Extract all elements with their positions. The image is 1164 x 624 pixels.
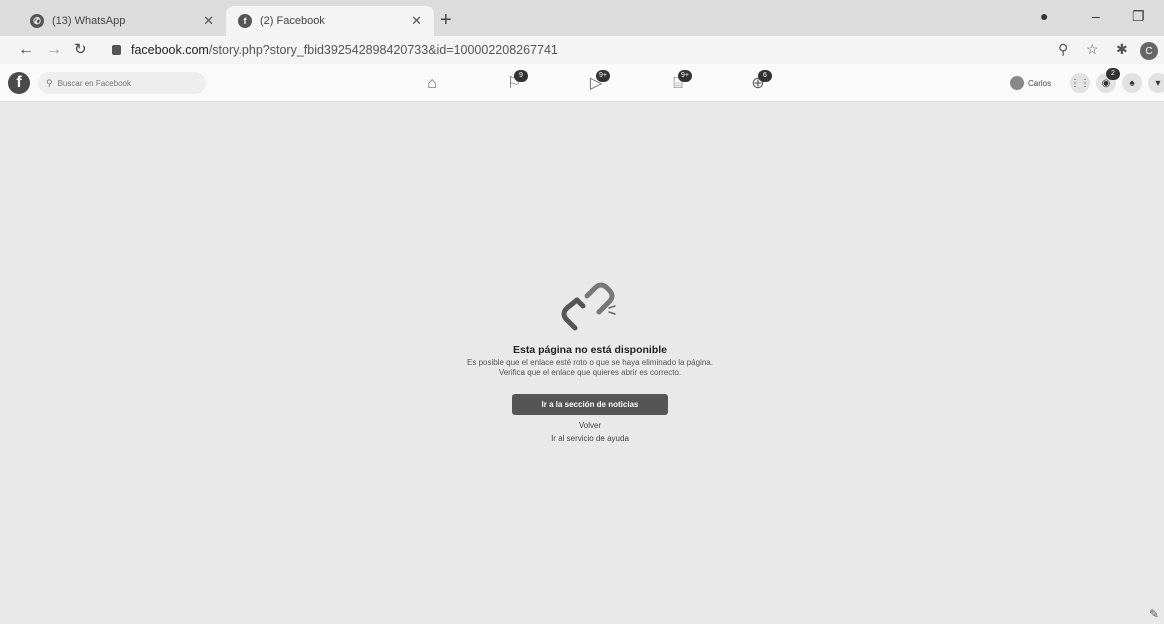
account-menu-chevron-icon[interactable]: ▾: [1148, 73, 1164, 93]
back-button[interactable]: ←: [18, 40, 34, 60]
search-input[interactable]: ⚲ Buscar en Facebook: [38, 72, 206, 94]
facebook-logo-icon[interactable]: f: [8, 72, 30, 94]
close-icon[interactable]: ✕: [203, 13, 214, 29]
back-link[interactable]: Volver: [440, 421, 740, 430]
tab-facebook[interactable]: f (2) Facebook ✕: [226, 6, 434, 36]
help-center-link[interactable]: Ir al servicio de ayuda: [440, 434, 740, 443]
notification-badge: 9+: [596, 70, 610, 82]
error-message: Es posible que el enlace esté roto o que…: [467, 358, 713, 377]
video-icon[interactable]: ▷ 9+: [584, 70, 610, 94]
error-title: Esta página no está disponible: [512, 344, 668, 356]
go-to-news-feed-button[interactable]: Ir a la sección de noticias: [512, 394, 668, 415]
messenger-button[interactable]: ◉ 2: [1096, 68, 1120, 93]
facebook-icon: f: [238, 14, 252, 28]
groups-icon[interactable]: ⊕ 6: [746, 70, 772, 94]
profile-dot-icon[interactable]: ●: [1040, 8, 1048, 24]
marketplace-icon[interactable]: ⌸ 9+: [666, 70, 692, 94]
maximize-button[interactable]: ❐: [1132, 8, 1145, 25]
notification-badge: 6: [758, 70, 772, 82]
star-icon[interactable]: ☆: [1086, 41, 1099, 58]
minimize-button[interactable]: –: [1092, 8, 1100, 24]
forward-button[interactable]: →: [46, 40, 62, 60]
tab-title: (2) Facebook: [260, 15, 325, 27]
whatsapp-icon: ✆: [30, 14, 44, 28]
browser-toolbar: ← → ↻ facebook.com/story.php?story_fbid3…: [0, 36, 1164, 64]
search-icon: ⚲: [46, 77, 53, 88]
facebook-header: f ⚲ Buscar en Facebook ⌂ ⚐ 9 ▷ 9+ ⌸ 9+ ⊕ 6 C…: [0, 64, 1164, 102]
notification-badge: 2: [1106, 68, 1120, 80]
search-placeholder: Buscar en Facebook: [57, 78, 131, 88]
zoom-icon[interactable]: ⚲: [1058, 41, 1068, 58]
notification-badge: 9+: [678, 70, 692, 82]
url-host: facebook.com: [131, 43, 209, 57]
page-unavailable-panel: Esta página no está disponible Es posibl…: [440, 278, 740, 443]
browser-profile-avatar[interactable]: C: [1140, 42, 1158, 60]
user-name: Carlos: [1028, 78, 1052, 88]
notifications-bell-icon[interactable]: ♠: [1122, 73, 1142, 93]
tab-strip: ✆ (13) WhatsApp ✕ f (2) Facebook ✕ + ● –…: [0, 0, 1164, 36]
notification-badge: 9: [514, 70, 528, 82]
user-profile-link[interactable]: Carlos: [1010, 76, 1051, 90]
reload-button[interactable]: ↻: [74, 40, 87, 60]
edit-icon[interactable]: ✎: [1149, 607, 1159, 621]
address-bar[interactable]: facebook.com/story.php?story_fbid3925428…: [112, 40, 558, 60]
broken-link-icon: [561, 282, 616, 331]
new-tab-button[interactable]: +: [440, 10, 452, 30]
avatar: [1010, 76, 1024, 90]
close-icon[interactable]: ✕: [411, 13, 422, 29]
flag-icon[interactable]: ⚐ 9: [502, 70, 528, 94]
extensions-icon[interactable]: ✱: [1116, 41, 1128, 58]
tab-title: (13) WhatsApp: [52, 15, 126, 27]
tab-whatsapp[interactable]: ✆ (13) WhatsApp ✕: [18, 6, 226, 36]
url-path: /story.php?story_fbid392542898420733&id=…: [208, 43, 558, 57]
menu-grid-button[interactable]: ⋮⋮: [1070, 73, 1090, 93]
lock-icon: [112, 45, 121, 55]
home-icon[interactable]: ⌂: [420, 74, 444, 94]
